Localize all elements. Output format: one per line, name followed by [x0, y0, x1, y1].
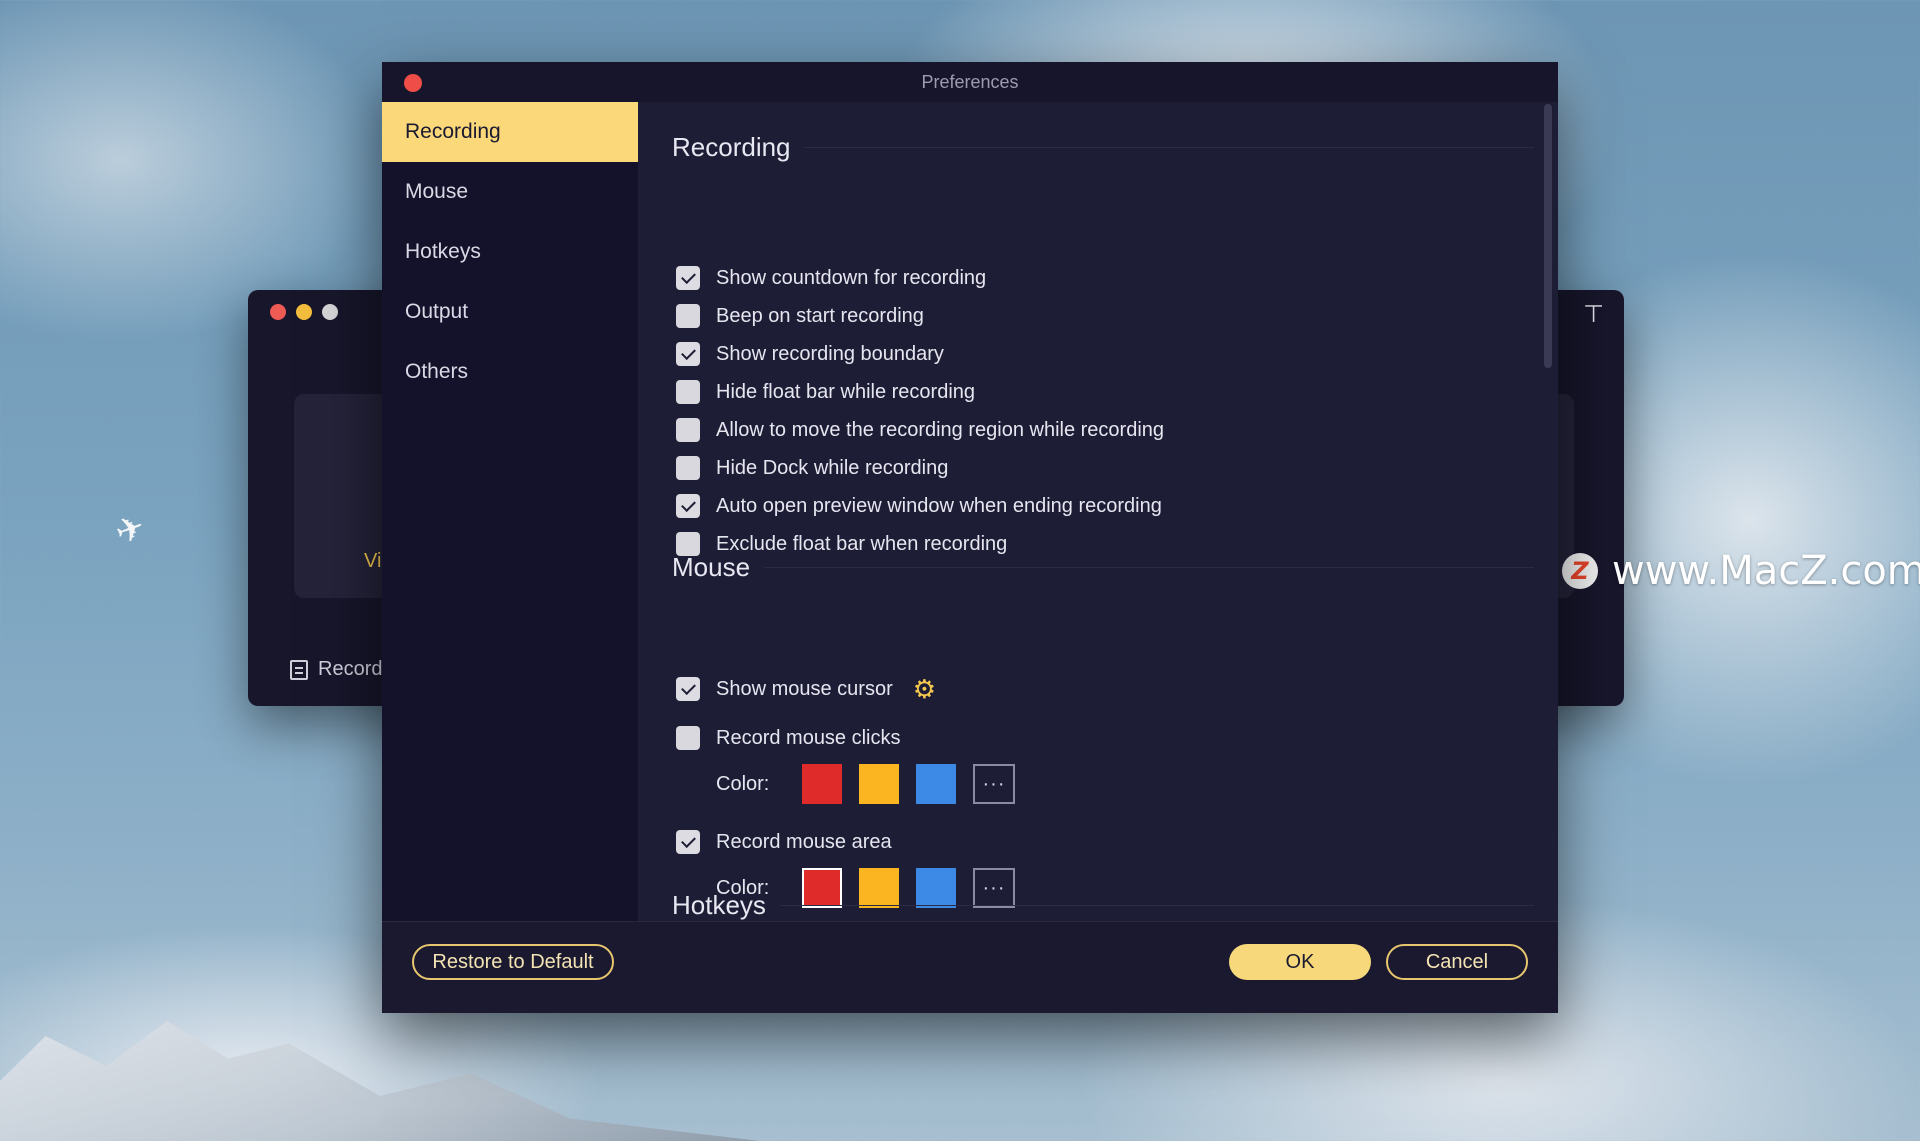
- record-mouse-area-checkbox[interactable]: [676, 830, 700, 854]
- ok-button[interactable]: OK: [1229, 944, 1371, 980]
- sidebar-item-hotkeys[interactable]: Hotkeys: [382, 222, 638, 282]
- sidebar-item-others[interactable]: Others: [382, 342, 638, 402]
- hide-float-bar-checkbox[interactable]: [676, 380, 700, 404]
- preferences-content: Recording Show countdown for recording B…: [638, 102, 1558, 921]
- show-countdown-checkbox[interactable]: [676, 266, 700, 290]
- show-mouse-cursor-label: Show mouse cursor: [716, 677, 893, 700]
- option-allow-move-region[interactable]: Allow to move the recording region while…: [676, 418, 1164, 442]
- background-record-label: Record: [318, 658, 383, 680]
- bird-icon: ✈: [110, 507, 151, 553]
- restore-default-button[interactable]: Restore to Default: [412, 944, 614, 980]
- auto-open-preview-label: Auto open preview window when ending rec…: [716, 494, 1162, 517]
- sidebar-item-mouse[interactable]: Mouse: [382, 162, 638, 222]
- option-auto-open-preview[interactable]: Auto open preview window when ending rec…: [676, 494, 1162, 518]
- option-hide-dock[interactable]: Hide Dock while recording: [676, 456, 948, 480]
- clicks-color-swatch-yellow[interactable]: [859, 764, 899, 804]
- show-mouse-cursor-checkbox[interactable]: [676, 677, 700, 701]
- background-card-label: Vi: [364, 550, 382, 572]
- watermark: Z www.MacZ.com: [1562, 548, 1920, 594]
- dialog-close-button[interactable]: [404, 74, 422, 92]
- show-boundary-checkbox[interactable]: [676, 342, 700, 366]
- dialog-titlebar: Preferences: [382, 62, 1558, 102]
- watermark-logo: Z: [1562, 553, 1598, 589]
- minimize-window-button[interactable]: [296, 304, 312, 320]
- hotkeys-section-title: Hotkeys: [672, 890, 1534, 921]
- mouse-section-label: Mouse: [672, 552, 751, 582]
- record-mouse-area-label: Record mouse area: [716, 830, 892, 853]
- preferences-dialog: Preferences Recording Mouse Hotkeys Outp…: [382, 62, 1558, 1013]
- gear-icon[interactable]: ⚙: [913, 676, 939, 702]
- auto-open-preview-checkbox[interactable]: [676, 494, 700, 518]
- background-mountain: [0, 1021, 760, 1141]
- allow-move-region-label: Allow to move the recording region while…: [716, 418, 1165, 441]
- beep-on-start-checkbox[interactable]: [676, 304, 700, 328]
- clicks-more-colors-button[interactable]: ···: [973, 764, 1015, 804]
- hide-dock-label: Hide Dock while recording: [716, 456, 949, 479]
- window-controls: [270, 304, 338, 320]
- watermark-text: www.MacZ.com: [1612, 548, 1920, 594]
- hide-float-bar-label: Hide float bar while recording: [716, 380, 976, 403]
- show-countdown-label: Show countdown for recording: [716, 266, 987, 289]
- beep-on-start-label: Beep on start recording: [716, 304, 924, 327]
- recording-section-title: Recording: [672, 132, 1534, 163]
- document-list-icon: [290, 659, 308, 680]
- hotkeys-section-label: Hotkeys: [672, 890, 766, 920]
- cancel-button[interactable]: Cancel: [1386, 944, 1528, 980]
- option-record-mouse-area[interactable]: Record mouse area: [676, 830, 892, 854]
- record-mouse-clicks-label: Record mouse clicks: [716, 726, 901, 749]
- clicks-color-swatch-red[interactable]: [802, 764, 842, 804]
- dialog-title: Preferences: [921, 71, 1019, 92]
- clicks-color-swatch-blue[interactable]: [916, 764, 956, 804]
- zoom-window-button[interactable]: [322, 304, 338, 320]
- option-hide-float-bar[interactable]: Hide float bar while recording: [676, 380, 975, 404]
- option-record-mouse-clicks[interactable]: Record mouse clicks: [676, 726, 901, 750]
- clicks-color-label: Color:: [716, 772, 770, 795]
- close-window-button[interactable]: [270, 304, 286, 320]
- option-beep-on-start[interactable]: Beep on start recording: [676, 304, 924, 328]
- recording-section-label: Recording: [672, 132, 791, 162]
- option-show-mouse-cursor[interactable]: Show mouse cursor ⚙: [676, 676, 939, 702]
- sidebar-item-recording[interactable]: Recording: [382, 102, 638, 162]
- background-record-link[interactable]: Record: [290, 658, 382, 681]
- sidebar-item-output[interactable]: Output: [382, 282, 638, 342]
- clicks-color-row: Color: ···: [716, 764, 1015, 804]
- allow-move-region-checkbox[interactable]: [676, 418, 700, 442]
- pin-icon[interactable]: ⊤: [1583, 300, 1604, 329]
- preferences-sidebar: Recording Mouse Hotkeys Output Others: [382, 102, 638, 921]
- hide-dock-checkbox[interactable]: [676, 456, 700, 480]
- option-show-boundary[interactable]: Show recording boundary: [676, 342, 944, 366]
- mouse-section-title: Mouse: [672, 552, 1534, 583]
- dialog-footer: Restore to Default OK Cancel: [382, 921, 1558, 1013]
- scrollbar-thumb[interactable]: [1544, 104, 1552, 368]
- option-show-countdown[interactable]: Show countdown for recording: [676, 266, 986, 290]
- show-boundary-label: Show recording boundary: [716, 342, 944, 365]
- record-mouse-clicks-checkbox[interactable]: [676, 726, 700, 750]
